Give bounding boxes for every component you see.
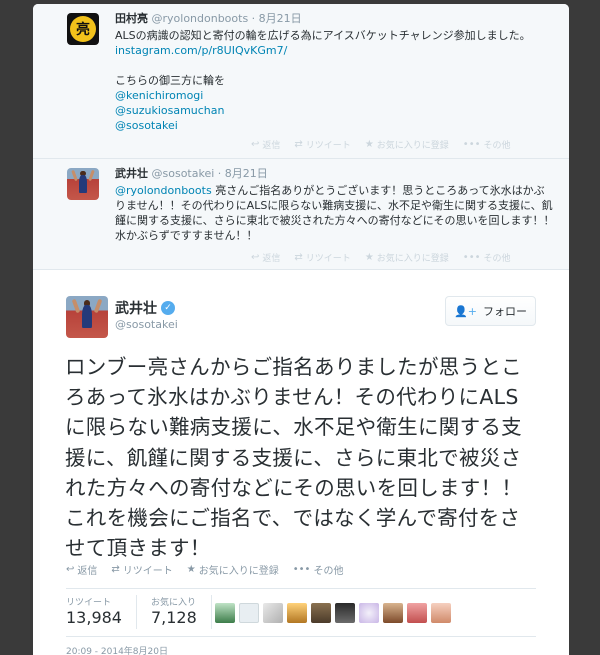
tweet-text: @ryolondonboots 亮さんご指名ありがとうございます！思うところあっ…: [115, 183, 555, 243]
main-tweet-actions: ↩ 返信 ⇄ リツイート ★ お気に入りに登録 ••• その他: [66, 562, 343, 577]
mention-link[interactable]: @sosotakei: [115, 118, 555, 133]
favoriter-avatar[interactable]: [263, 603, 283, 623]
tweet-stats: リツイート 13,984 お気に入り 7,128: [66, 595, 212, 629]
favorite-label: お気に入りに登録: [376, 254, 449, 264]
favoriter-avatar[interactable]: [407, 603, 427, 623]
star-icon: ★: [186, 564, 196, 575]
favorite-count-value: 7,128: [150, 608, 197, 627]
favorite-button[interactable]: ★ お気に入りに登録: [365, 251, 449, 264]
avatar-sosotakei[interactable]: [67, 168, 99, 200]
favoriter-avatars: [215, 603, 451, 623]
instagram-link[interactable]: instagram.com/p/r8UIQvKGm7/: [115, 43, 555, 58]
more-icon: •••: [462, 139, 481, 150]
user-meta[interactable]: @ryolondonboots · 8月21日: [152, 12, 302, 25]
retweet-label: リツイート: [305, 141, 351, 151]
favorite-button[interactable]: ★ お気に入りに登録: [187, 562, 279, 577]
retweet-count[interactable]: リツイート 13,984: [66, 595, 122, 629]
favoriter-avatar[interactable]: [383, 603, 403, 623]
mention-link[interactable]: @kenichiromogi: [115, 88, 555, 103]
mention-link[interactable]: @ryolondonboots: [115, 184, 212, 197]
tweet-actions: ↩ 返信 ⇄ リツイート ★ お気に入りに登録 ••• その他: [251, 251, 511, 264]
reply-button[interactable]: ↩ 返信: [251, 251, 280, 264]
mention-link[interactable]: @suzukiosamuchan: [115, 103, 555, 118]
follow-button[interactable]: 👤+ フォロー: [445, 296, 536, 326]
tweet-header: 田村亮 @ryolondonboots · 8月21日: [115, 12, 555, 26]
retweet-icon: ⇄: [111, 564, 120, 575]
reply-icon: ↩: [66, 564, 75, 575]
reply-icon: ↩: [251, 139, 260, 150]
reply-label: 返信: [262, 141, 281, 151]
stat-separator: [135, 595, 137, 629]
user-name[interactable]: 武井壮: [115, 298, 157, 318]
more-icon: •••: [462, 252, 481, 263]
retweet-button[interactable]: ⇄ リツイート: [111, 562, 172, 577]
retweet-button[interactable]: ⇄ リツイート: [294, 251, 350, 264]
tweet-line: ALSの病識の認知と寄付の輪を広げる為にアイスバケットチャレンジ参加しました。: [115, 29, 531, 42]
tweet-line: こちらの御三方に輪を: [115, 74, 225, 87]
reply-button[interactable]: ↩ 返信: [251, 138, 280, 151]
more-button[interactable]: ••• その他: [293, 562, 344, 577]
tweet-timestamp[interactable]: 20:09 - 2014年8月20日: [66, 644, 168, 655]
divider: [66, 636, 536, 637]
more-label: その他: [483, 141, 511, 151]
reply-label: 返信: [77, 566, 98, 577]
favorite-count-label: お気に入り: [150, 598, 196, 608]
reply-label: 返信: [262, 254, 281, 264]
retweet-button[interactable]: ⇄ リツイート: [294, 138, 350, 151]
favoriter-avatar[interactable]: [215, 603, 235, 623]
favorite-button[interactable]: ★ お気に入りに登録: [365, 138, 449, 151]
avatar-logo-text: 亮: [76, 22, 90, 38]
retweet-icon: ⇄: [294, 139, 303, 150]
more-label: その他: [313, 566, 344, 577]
main-tweet-text: ロンブー亮さんからご指名ありましたが思うところあって氷水はかぶりません！その代わ…: [65, 355, 523, 561]
ancestor-tweet-1[interactable]: 亮 田村亮 @ryolondonboots · 8月21日 ALSの病識の認知と…: [33, 4, 569, 159]
favorite-label: お気に入りに登録: [376, 141, 449, 151]
favoriter-avatar[interactable]: [239, 603, 259, 623]
retweet-label: リツイート: [122, 566, 173, 577]
stat-separator: [210, 595, 212, 629]
user-name[interactable]: 武井壮: [115, 167, 148, 180]
favorite-label: お気に入りに登録: [198, 566, 279, 577]
main-user-name[interactable]: 武井壮 ✓: [115, 298, 175, 318]
star-icon: ★: [364, 139, 374, 150]
more-button[interactable]: ••• その他: [463, 138, 511, 151]
verified-badge-icon: ✓: [161, 301, 175, 315]
tweet-text: ALSの病識の認知と寄付の輪を広げる為にアイスバケットチャレンジ参加しました。 …: [115, 28, 555, 133]
favoriter-avatar[interactable]: [359, 603, 379, 623]
avatar-ryolondonboots[interactable]: 亮: [67, 13, 99, 45]
tweet-actions: ↩ 返信 ⇄ リツイート ★ お気に入りに登録 ••• その他: [251, 138, 511, 151]
star-icon: ★: [364, 252, 374, 263]
favorite-count[interactable]: お気に入り 7,128: [151, 595, 197, 629]
tweet-permalink-card: 亮 田村亮 @ryolondonboots · 8月21日 ALSの病識の認知と…: [33, 4, 569, 655]
divider: [66, 588, 536, 589]
retweet-label: リツイート: [305, 254, 351, 264]
favoriter-avatar[interactable]: [431, 603, 451, 623]
more-label: その他: [483, 254, 511, 264]
tweet-header: 武井壮 @sosotakei · 8月21日: [115, 167, 555, 181]
main-user-handle[interactable]: @sosotakei: [115, 318, 178, 331]
avatar-sosotakei-large[interactable]: [66, 296, 108, 338]
follow-label: フォロー: [482, 305, 527, 318]
favoriter-avatar[interactable]: [335, 603, 355, 623]
user-name[interactable]: 田村亮: [115, 12, 148, 25]
favoriter-avatar[interactable]: [311, 603, 331, 623]
retweet-count-label: リツイート: [66, 598, 112, 608]
more-button[interactable]: ••• その他: [463, 251, 511, 264]
add-user-icon: 👤+: [454, 304, 477, 318]
ancestor-tweet-2[interactable]: 武井壮 @sosotakei · 8月21日 @ryolondonboots 亮…: [33, 159, 569, 270]
reply-icon: ↩: [251, 252, 260, 263]
retweet-icon: ⇄: [294, 252, 303, 263]
retweet-count-value: 13,984: [66, 608, 122, 627]
reply-button[interactable]: ↩ 返信: [66, 562, 97, 577]
user-meta[interactable]: @sosotakei · 8月21日: [152, 167, 268, 180]
favoriter-avatar[interactable]: [287, 603, 307, 623]
more-icon: •••: [292, 564, 311, 575]
